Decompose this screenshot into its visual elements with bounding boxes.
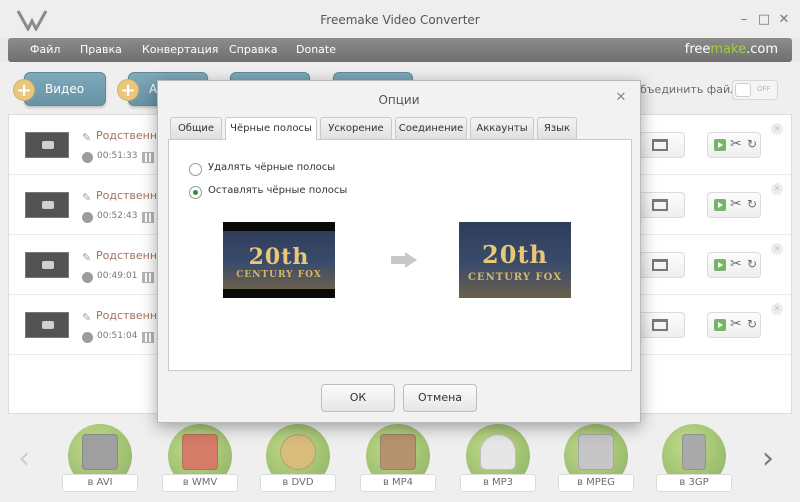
radio-keep[interactable] bbox=[189, 186, 202, 199]
maximize-button[interactable]: □ bbox=[757, 13, 771, 27]
minimize-button[interactable]: – bbox=[737, 13, 751, 27]
title-bar: Freemake Video Converter – □ ✕ bbox=[0, 0, 800, 38]
tab-general[interactable]: Общие bbox=[170, 117, 222, 139]
preview-logo-sub: CENTURY FOX bbox=[468, 272, 562, 283]
menu-help[interactable]: Справка bbox=[229, 43, 277, 56]
close-button[interactable]: ✕ bbox=[777, 13, 791, 27]
preview-logo-sub: CENTURY FOX bbox=[236, 270, 322, 280]
dialog-title: Опции bbox=[378, 93, 420, 107]
tab-language[interactable]: Язык bbox=[537, 117, 577, 139]
arrow-right-icon bbox=[391, 252, 417, 268]
brand-main: free bbox=[684, 42, 711, 57]
tab-acceleration[interactable]: Ускорение bbox=[320, 117, 392, 139]
brand-link[interactable]: freemake.com bbox=[685, 42, 778, 57]
preview-logo: 20th bbox=[248, 244, 310, 270]
preview-without-bars: 20th CENTURY FOX bbox=[459, 222, 571, 298]
menu-edit[interactable]: Правка bbox=[80, 43, 122, 56]
menu-file[interactable]: Файл bbox=[30, 43, 60, 56]
brand-accent: make bbox=[710, 42, 747, 57]
cancel-button[interactable]: Отмена bbox=[403, 384, 477, 412]
remove-black-bars-label: Удалять чёрные полосы bbox=[208, 162, 336, 173]
dialog-close-icon[interactable]: ✕ bbox=[614, 91, 628, 105]
menu-convert[interactable]: Конвертация bbox=[142, 43, 218, 56]
preview-logo: 20th bbox=[482, 240, 548, 269]
menu-bar: Файл Правка Конвертация Справка Donate f… bbox=[8, 38, 792, 62]
keep-black-bars-label: Оставлять чёрные полосы bbox=[208, 185, 348, 196]
preview-with-bars: 20th CENTURY FOX bbox=[223, 222, 335, 298]
menu-donate[interactable]: Donate bbox=[296, 43, 336, 56]
tab-accounts[interactable]: Аккаунты bbox=[470, 117, 534, 139]
tab-black-bars[interactable]: Чёрные полосы bbox=[225, 117, 317, 140]
options-dialog: Опции ✕ Общие Чёрные полосы Ускорение Со… bbox=[157, 80, 641, 423]
ok-button[interactable]: ОК bbox=[321, 384, 395, 412]
radio-remove[interactable] bbox=[189, 163, 202, 176]
tab-joining[interactable]: Соединение bbox=[395, 117, 467, 139]
window-title: Freemake Video Converter bbox=[320, 13, 480, 27]
brand-suffix: .com bbox=[746, 42, 778, 57]
black-bars-panel: Удалять чёрные полосы Оставлять чёрные п… bbox=[168, 139, 632, 371]
